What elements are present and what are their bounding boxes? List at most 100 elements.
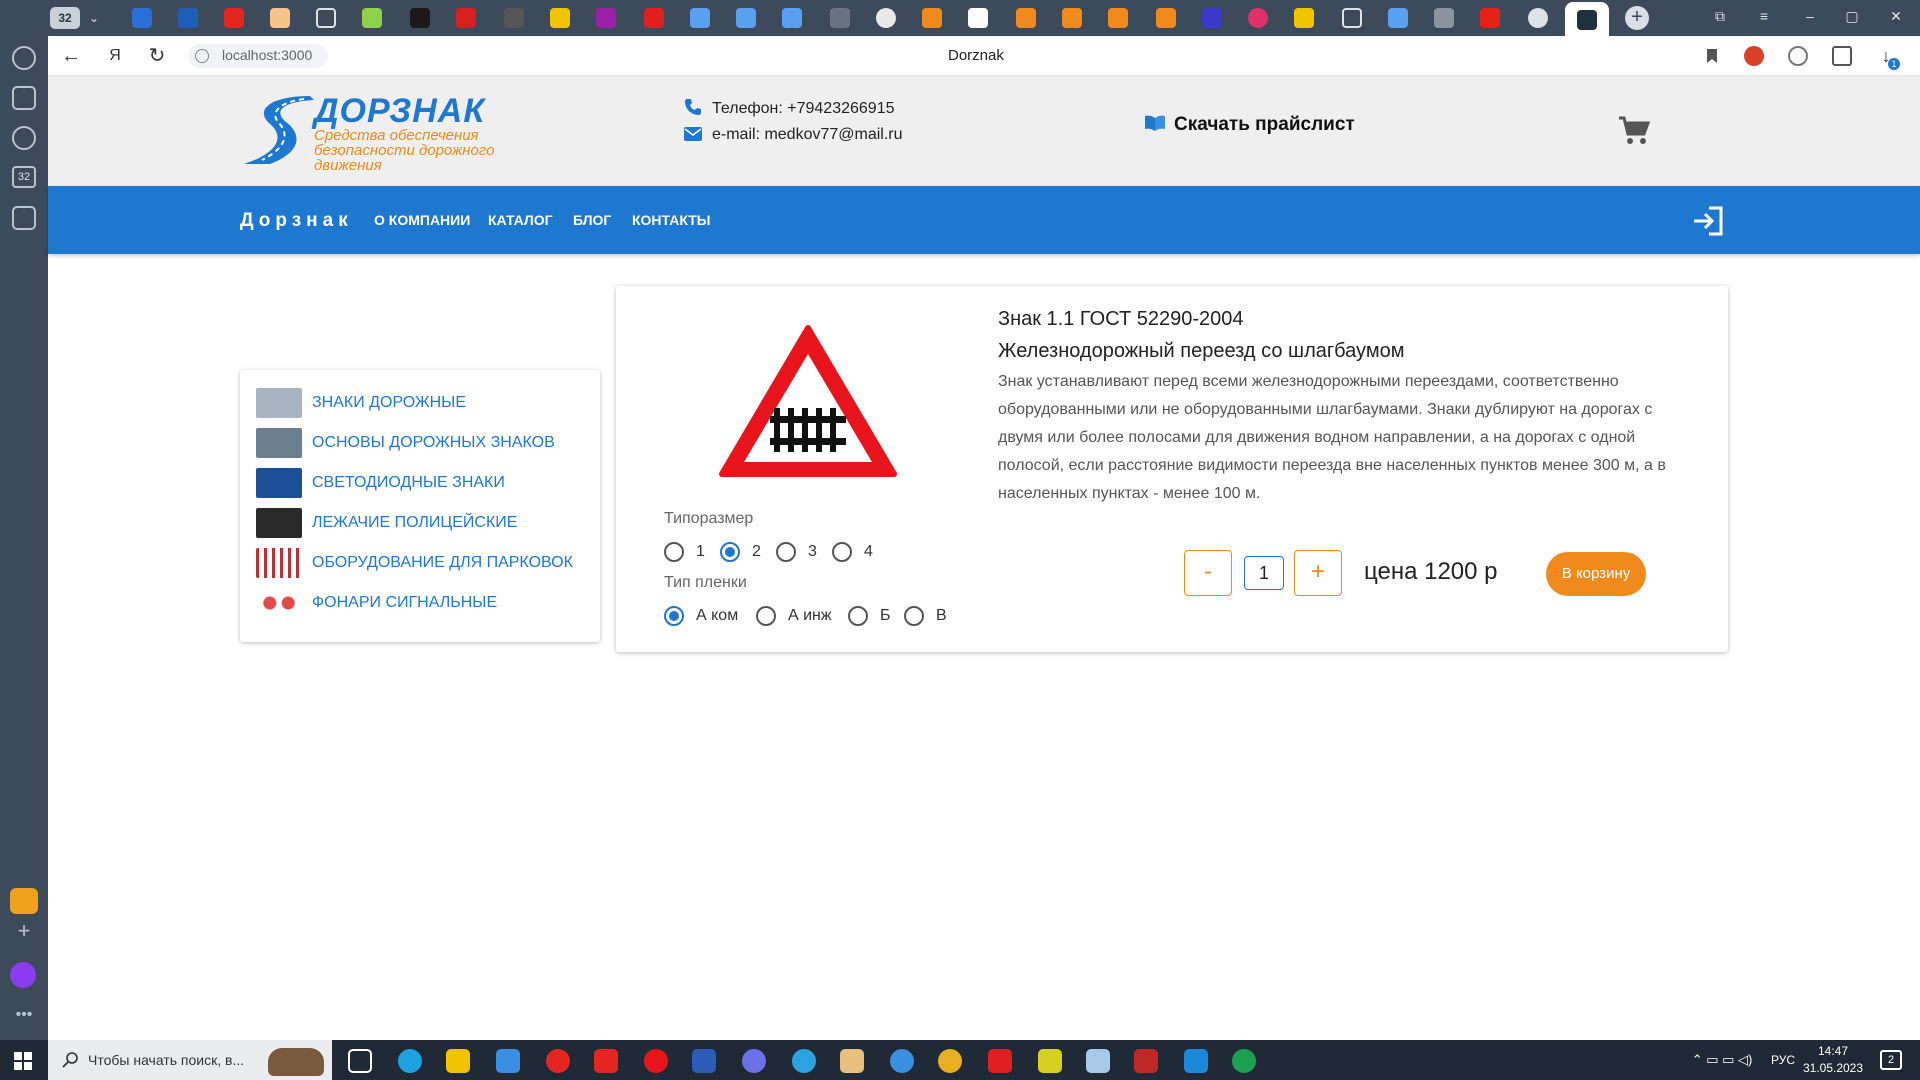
download-pricelist-link[interactable]: Скачать прайслист bbox=[1144, 114, 1355, 136]
tab-code-icon[interactable] bbox=[1202, 8, 1222, 28]
size-radio-4-label[interactable]: 4 bbox=[864, 543, 873, 561]
quantity-input[interactable]: 1 bbox=[1244, 556, 1284, 590]
bookmark-icon[interactable] bbox=[1702, 46, 1722, 66]
notifications-icon[interactable]: 2 bbox=[1880, 1050, 1902, 1070]
alice-icon[interactable] bbox=[10, 962, 36, 988]
yandex-browser-icon[interactable] bbox=[546, 1049, 570, 1073]
cart-icon[interactable] bbox=[1618, 116, 1651, 146]
tab-img-icon[interactable] bbox=[1434, 8, 1454, 28]
tray-date[interactable]: 31.05.2023 bbox=[1802, 1061, 1864, 1075]
paint-icon[interactable] bbox=[840, 1049, 864, 1073]
tab-yellow-icon[interactable] bbox=[550, 8, 570, 28]
film-radio-v-label[interactable]: В bbox=[936, 607, 947, 625]
back-icon[interactable]: ← bbox=[60, 45, 82, 67]
tab-figma3-icon[interactable] bbox=[782, 8, 802, 28]
tab-mail2-icon[interactable] bbox=[178, 8, 198, 28]
tab-circle-icon[interactable] bbox=[1248, 8, 1268, 28]
yandex-icon[interactable] bbox=[594, 1049, 618, 1073]
more-icon[interactable]: ••• bbox=[12, 1006, 36, 1024]
tab-figma4-icon[interactable] bbox=[1388, 8, 1408, 28]
word-icon[interactable] bbox=[692, 1049, 716, 1073]
task-view-icon[interactable] bbox=[348, 1049, 372, 1073]
vscode-icon[interactable] bbox=[1184, 1049, 1208, 1073]
add-to-cart-button[interactable]: В корзину bbox=[1546, 552, 1646, 596]
tab-counter[interactable]: 32 bbox=[50, 7, 80, 29]
tray-time[interactable]: 14:47 bbox=[1808, 1044, 1858, 1058]
login-icon[interactable] bbox=[1692, 206, 1724, 236]
tab-mail-icon[interactable] bbox=[132, 8, 152, 28]
tab-wb-icon[interactable] bbox=[596, 8, 616, 28]
tab-orange-icon[interactable] bbox=[922, 8, 942, 28]
tray-language[interactable]: РУС bbox=[1768, 1053, 1798, 1067]
edge-icon[interactable] bbox=[398, 1049, 422, 1073]
size-radio-2[interactable] bbox=[720, 542, 740, 562]
tab-doc-icon[interactable] bbox=[270, 8, 290, 28]
tab-orange4-icon[interactable] bbox=[1108, 8, 1128, 28]
nav-link-about[interactable]: О КОМПАНИИ bbox=[374, 212, 470, 228]
app-film-icon[interactable] bbox=[1038, 1049, 1062, 1073]
nav-link-blog[interactable]: БЛОГ bbox=[573, 212, 611, 228]
url-text[interactable]: localhost:3000 bbox=[222, 47, 312, 63]
size-radio-2-label[interactable]: 2 bbox=[752, 543, 761, 561]
nav-link-contacts[interactable]: КОНТАКТЫ bbox=[632, 212, 710, 228]
app-green-icon[interactable] bbox=[1232, 1049, 1256, 1073]
size-radio-1[interactable] bbox=[664, 542, 684, 562]
tab-list-icon[interactable]: ⌄ bbox=[84, 8, 104, 28]
email-contact[interactable]: e-mail: medkov77@mail.ru bbox=[684, 126, 903, 144]
menu-icon[interactable]: ≡ bbox=[1754, 8, 1774, 24]
chrome-icon[interactable] bbox=[938, 1049, 962, 1073]
film-radio-v[interactable] bbox=[904, 606, 924, 626]
notepad-icon[interactable] bbox=[1086, 1049, 1110, 1073]
extension-icon[interactable] bbox=[1744, 46, 1764, 66]
tab-red-icon[interactable] bbox=[456, 8, 476, 28]
tab-page2-icon[interactable] bbox=[1342, 8, 1362, 28]
film-radio-a-inzh-label[interactable]: А инж bbox=[788, 607, 832, 625]
app-blue-icon[interactable] bbox=[890, 1049, 914, 1073]
mail-app-icon[interactable] bbox=[10, 888, 38, 914]
taskbar-search[interactable]: Чтобы начать поиск, в... bbox=[48, 1040, 332, 1080]
tab-a-icon[interactable] bbox=[876, 8, 896, 28]
news-icon[interactable] bbox=[12, 86, 36, 110]
quantity-minus-button[interactable]: - bbox=[1184, 550, 1232, 596]
tab-orange3-icon[interactable] bbox=[1062, 8, 1082, 28]
tray-icons[interactable]: ⌃ ▭ ▭ ◁) bbox=[1672, 1052, 1772, 1068]
play-icon[interactable] bbox=[12, 126, 36, 150]
download-icon[interactable]: ↓ 1 bbox=[1876, 46, 1900, 70]
telegram-icon[interactable] bbox=[792, 1049, 816, 1073]
minimize-icon[interactable]: – bbox=[1800, 8, 1820, 24]
opera-icon[interactable] bbox=[644, 1049, 668, 1073]
tab-active[interactable] bbox=[1565, 2, 1609, 36]
size-radio-3[interactable] bbox=[776, 542, 796, 562]
collections-icon[interactable]: ⧉ bbox=[1710, 8, 1730, 25]
tab-github-icon[interactable] bbox=[1528, 8, 1548, 28]
phone-contact[interactable]: Телефон: +79423266915 bbox=[684, 98, 895, 118]
tab-white-icon[interactable] bbox=[968, 8, 988, 28]
tab-figma-icon[interactable] bbox=[690, 8, 710, 28]
reload-icon[interactable]: ↻ bbox=[146, 45, 168, 67]
site-logo[interactable]: ДОРЗНАК Средства обеспечения безопасност… bbox=[240, 90, 550, 173]
app-red-icon[interactable] bbox=[1134, 1049, 1158, 1073]
tab-hh-icon[interactable] bbox=[644, 8, 664, 28]
new-tab-button[interactable]: + bbox=[1625, 6, 1649, 30]
history-icon[interactable] bbox=[12, 46, 36, 70]
explorer-icon[interactable] bbox=[446, 1049, 470, 1073]
app-p-icon[interactable] bbox=[988, 1049, 1012, 1073]
tab-yandex-icon[interactable] bbox=[224, 8, 244, 28]
collections-panel-icon[interactable] bbox=[1832, 46, 1852, 66]
tabs-count-badge[interactable]: 32 bbox=[12, 166, 36, 188]
translate-icon[interactable] bbox=[1788, 46, 1808, 66]
tab-youtube-icon[interactable] bbox=[1480, 8, 1500, 28]
film-radio-a-inzh[interactable] bbox=[756, 606, 776, 626]
tab-iz-icon[interactable] bbox=[504, 8, 524, 28]
tab-grey-icon[interactable] bbox=[830, 8, 850, 28]
store-icon[interactable] bbox=[496, 1049, 520, 1073]
nav-link-catalog[interactable]: КАТАЛОГ bbox=[488, 212, 553, 228]
size-radio-3-label[interactable]: 3 bbox=[808, 543, 817, 561]
size-radio-4[interactable] bbox=[832, 542, 852, 562]
screenshot-icon[interactable] bbox=[12, 206, 36, 230]
yandex-home-icon[interactable]: Я bbox=[104, 45, 126, 67]
tab-page-icon[interactable] bbox=[316, 8, 336, 28]
tab-orange2-icon[interactable] bbox=[1016, 8, 1036, 28]
nav-brand[interactable]: Дорзнак bbox=[240, 210, 353, 232]
close-icon[interactable]: ✕ bbox=[1886, 8, 1906, 25]
